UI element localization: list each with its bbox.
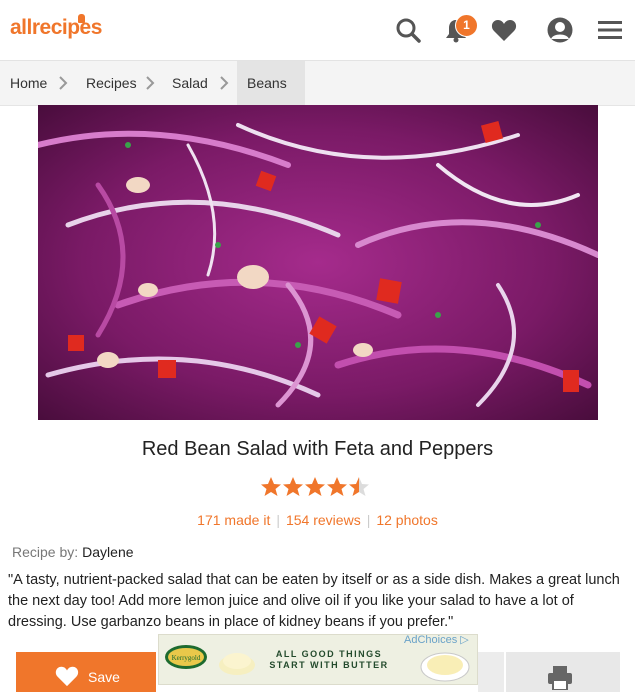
heart-icon — [55, 666, 79, 687]
heart-icon[interactable] — [490, 16, 518, 44]
breadcrumb: Home Recipes Salad Beans — [0, 61, 635, 106]
byline-label: Recipe by: — [12, 544, 79, 560]
search-icon[interactable] — [394, 16, 422, 44]
salad-image — [38, 105, 598, 420]
ad-slogan: ALL GOOD THINGS START WITH BUTTER — [259, 649, 399, 671]
top-header: allrecipes 1 — [0, 0, 635, 61]
author-link[interactable]: Daylene — [82, 544, 133, 560]
share-button[interactable] — [478, 652, 504, 692]
star-icon — [305, 477, 325, 496]
adchoices-icon: ▷ — [460, 634, 469, 646]
notification-badge[interactable]: 1 — [455, 14, 478, 37]
reviews-link[interactable]: 154 reviews — [286, 512, 361, 528]
butter-image — [219, 653, 255, 675]
adchoices-link[interactable]: AdChoices ▷ — [404, 633, 469, 646]
chevron-right-icon — [220, 76, 229, 90]
chevron-right-icon — [59, 76, 68, 90]
breadcrumb-salad[interactable]: Salad — [172, 61, 208, 105]
allrecipes-logo[interactable]: allrecipes — [10, 16, 102, 40]
star-icon — [261, 477, 281, 496]
rating-stars[interactable] — [260, 476, 370, 500]
kerrygold-wordmark: Kerrygold — [172, 654, 201, 662]
adchoices-label: AdChoices — [404, 634, 458, 646]
user-icon[interactable] — [546, 16, 574, 44]
made-it-count[interactable]: 171 made it — [197, 512, 270, 528]
recipe-description: "A tasty, nutrient-packed salad that can… — [8, 572, 620, 630]
star-icon — [327, 477, 347, 496]
logo-spoon-mark — [78, 14, 85, 23]
ad-line-1: ALL GOOD THINGS — [275, 649, 383, 659]
star-half-icon — [349, 477, 369, 496]
chevron-right-icon — [146, 76, 155, 90]
save-button[interactable]: Save — [16, 652, 156, 692]
recipe-byline: Recipe by: Daylene — [12, 544, 134, 560]
kerrygold-logo: Kerrygold — [165, 645, 207, 669]
recipe-title: Red Bean Salad with Feta and Peppers — [141, 438, 494, 460]
star-icon — [283, 477, 303, 496]
breadcrumb-home[interactable]: Home — [10, 61, 47, 105]
breadcrumb-recipes[interactable]: Recipes — [86, 61, 137, 105]
butter-dish-image — [420, 652, 470, 682]
breadcrumb-beans[interactable]: Beans — [237, 61, 305, 105]
print-button[interactable] — [506, 652, 620, 692]
ad-line-2: START WITH BUTTER — [269, 660, 389, 670]
recipe-photo[interactable] — [38, 105, 598, 420]
photos-link[interactable]: 12 photos — [376, 512, 438, 528]
hamburger-menu-icon[interactable] — [596, 16, 624, 44]
printer-icon — [548, 666, 572, 690]
recipe-stats: 171 made it | 154 reviews | 12 photos — [197, 512, 438, 528]
